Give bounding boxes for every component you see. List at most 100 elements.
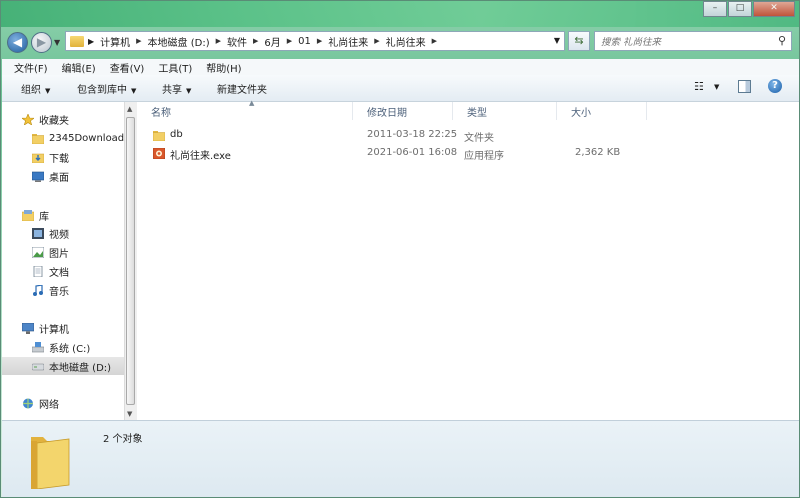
chevron-right-icon[interactable]: ▶ [253,37,258,45]
chevron-down-icon: ▼ [131,87,137,95]
back-button[interactable]: ◀ [7,32,28,53]
sidebar-group-libraries[interactable]: 库 [2,206,124,224]
star-icon [22,113,34,125]
sidebar-group-network[interactable]: 网络 [2,394,124,412]
sidebar-item-documents[interactable]: 文档 [2,262,124,280]
close-button[interactable]: ✕ [753,1,795,17]
menu-tools[interactable]: 工具(T) [158,60,192,75]
sidebar-item-videos[interactable]: 视频 [2,224,124,242]
column-header-name[interactable]: ▲ 名称 [137,99,353,120]
chevron-right-icon[interactable]: ▶ [216,37,221,45]
breadcrumb-item[interactable]: 本地磁盘 (D:) [148,34,210,49]
chevron-right-icon[interactable]: ▶ [136,37,141,45]
navigation-pane: 收藏夹 2345Download 下载 桌面 库 视频 图片 文档 音乐 计算机… [2,102,124,420]
file-size: 2,362 KB [575,147,621,158]
sort-ascending-icon: ▲ [249,99,255,107]
preview-pane-icon[interactable] [738,80,751,93]
breadcrumb-item[interactable]: 礼尚往来 [386,34,426,49]
maximize-button[interactable]: □ [728,1,752,17]
menu-bar: 文件(F) 编辑(E) 查看(V) 工具(T) 帮助(H) [2,59,799,76]
picture-icon [32,246,44,258]
menu-help[interactable]: 帮助(H) [206,60,241,75]
breadcrumb-item[interactable]: 6月 [264,34,280,49]
scrollbar-thumb[interactable] [126,117,135,405]
column-header-type[interactable]: 类型 [453,102,557,120]
network-icon [23,398,33,408]
sidebar-group-favorites[interactable]: 收藏夹 [2,110,124,128]
breadcrumb-item[interactable]: 软件 [227,34,247,49]
views-dropdown-icon[interactable]: ▼ [714,83,719,91]
title-bar: – □ ✕ [1,1,799,27]
desktop-icon [32,171,44,182]
scroll-up-icon[interactable]: ▲ [127,105,132,113]
breadcrumb-item[interactable]: 礼尚往来 [328,34,368,49]
folder-icon [153,131,165,141]
details-pane: 2 个对象 [2,420,799,497]
sidebar-group-computer[interactable]: 计算机 [2,319,124,337]
column-header-size[interactable]: 大小 [557,102,647,120]
organize-label: 组织 [21,85,41,96]
sidebar-group-label: 收藏夹 [39,115,69,127]
menu-view[interactable]: 查看(V) [110,60,145,75]
chevron-right-icon[interactable]: ▶ [374,37,379,45]
sidebar-group-label: 库 [39,211,49,223]
sidebar-item-2345download[interactable]: 2345Download [2,129,124,147]
views-icon[interactable]: ☷ [694,80,704,93]
arrow-right-icon: ▶ [36,35,47,49]
sidebar-item-drive-c[interactable]: 系统 (C:) [2,338,124,356]
sidebar-item-drive-d[interactable]: 本地磁盘 (D:) [2,357,124,375]
chevron-down-icon: ▼ [45,87,51,95]
address-dropdown-icon[interactable]: ▼ [554,36,560,45]
sidebar-item-music[interactable]: 音乐 [2,281,124,299]
sidebar-item-label: 音乐 [49,286,69,298]
file-modified: 2011-03-18 22:25 [367,129,458,140]
refresh-button[interactable]: ⇆ [568,31,590,51]
sidebar-item-label: 图片 [49,248,69,260]
file-type: 应用程序 [464,151,504,162]
menu-edit[interactable]: 编辑(E) [62,60,96,75]
share-button[interactable]: 共享 ▼ [162,81,191,96]
new-folder-label: 新建文件夹 [217,85,267,96]
sidebar-item-pictures[interactable]: 图片 [2,243,124,261]
file-row[interactable]: 礼尚往来.exe 2021-06-01 16:08 应用程序 2,362 KB [137,145,799,163]
address-bar[interactable]: ▶ 计算机 ▶ 本地磁盘 (D:) ▶ 软件 ▶ 6月 ▶ 01 ▶ 礼尚往来 ▶ 礼尚往来… [65,31,565,51]
chevron-right-icon[interactable]: ▶ [317,37,322,45]
sidebar-item-desktop[interactable]: 桌面 [2,167,124,185]
sidebar-item-label: 文档 [49,267,69,279]
chevron-right-icon[interactable]: ▶ [432,37,437,45]
sidebar-group-label: 计算机 [39,324,69,336]
search-icon[interactable]: ⚲ [778,34,786,47]
menu-file[interactable]: 文件(F) [14,60,48,75]
file-row[interactable]: db 2011-03-18 22:25 文件夹 [137,127,799,145]
computer-icon [22,322,34,334]
explorer-window: – □ ✕ ◀ ▶ ▼ ▶ 计算机 ▶ 本地磁盘 (D:) ▶ 软件 ▶ 6月 ▶ 01… [0,0,800,498]
sidebar-scrollbar[interactable]: ▲ ▼ [124,102,137,420]
sidebar-item-label: 本地磁盘 (D:) [49,362,112,374]
help-icon[interactable]: ? [768,79,782,93]
app-icon [153,148,165,159]
sidebar-item-label: 系统 (C:) [49,343,91,355]
sidebar-group-label: 网络 [39,399,59,411]
file-name: db [170,129,183,140]
refresh-icon: ⇆ [574,34,584,47]
download-folder-icon [32,153,44,163]
search-input[interactable] [599,33,773,51]
breadcrumb-item[interactable]: 计算机 [100,34,130,49]
minimize-button[interactable]: – [703,1,727,17]
organize-button[interactable]: 组织 ▼ [21,81,50,96]
sidebar-item-label: 视频 [49,229,69,241]
sidebar-item-downloads[interactable]: 下载 [2,148,124,166]
sidebar-item-label: 下载 [49,153,69,165]
forward-button[interactable]: ▶ [31,32,52,53]
breadcrumb-item[interactable]: 01 [298,36,311,47]
column-header-label: 名称 [151,107,171,119]
folder-icon [32,133,44,144]
column-header-modified[interactable]: 修改日期 [353,102,453,120]
include-in-library-button[interactable]: 包含到库中 ▼ [77,81,136,96]
sidebar-item-label: 2345Download [49,132,124,144]
history-dropdown[interactable]: ▼ [54,38,60,47]
scroll-down-icon[interactable]: ▼ [127,410,132,418]
new-folder-button[interactable]: 新建文件夹 [217,81,267,96]
chevron-right-icon[interactable]: ▶ [287,37,292,45]
chevron-down-icon: ▼ [186,87,192,95]
